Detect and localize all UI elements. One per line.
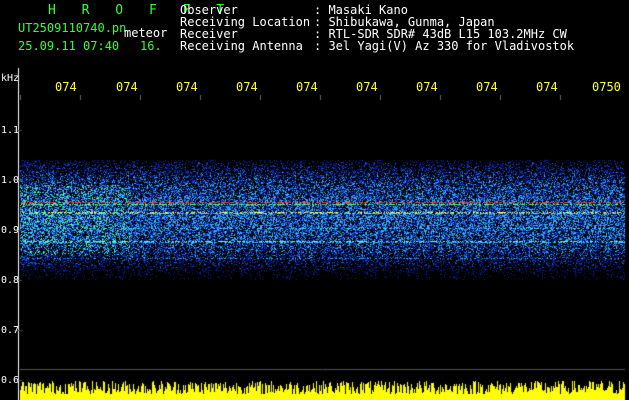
datetime: 25.09.11 07:40 <box>18 39 120 53</box>
x-tick-5: 074 <box>296 80 318 94</box>
info-label-antenna: Receiving Antenna <box>180 39 303 53</box>
x-tick-9: 074 <box>536 80 558 94</box>
y-tick-0-7: 0.7 <box>1 325 20 336</box>
x-tick-4: 074 <box>236 80 258 94</box>
x-tick-7: 074 <box>416 80 438 94</box>
x-tick-6: 074 <box>356 80 378 94</box>
spectrogram <box>0 0 629 400</box>
x-tick-2: 074 <box>116 80 138 94</box>
y-tick-0-6: 0.6 <box>1 375 20 386</box>
y-tick-1-1: 1.1 <box>1 125 20 136</box>
type-label: meteor <box>124 26 168 40</box>
hrofft-window: H R O F F T UT2509110740.pn meteor 25.09… <box>0 0 629 400</box>
x-tick-8: 074 <box>476 80 498 94</box>
filename: UT2509110740.pn <box>18 21 127 35</box>
y-tick-0-8: 0.8 <box>1 275 20 286</box>
info-value-antenna: : 3el Yagi(V) Az 330 for Vladivostok <box>314 39 575 53</box>
x-tick-10: 0750 <box>592 80 621 94</box>
y-tick-0-9: 0.9 <box>1 225 20 236</box>
count: 16. <box>140 39 162 53</box>
x-tick-3: 074 <box>176 80 198 94</box>
y-tick-1-0: 1.0 <box>1 175 20 186</box>
y-axis-unit: kHz <box>1 73 20 84</box>
x-tick-1: 074 <box>55 80 77 94</box>
